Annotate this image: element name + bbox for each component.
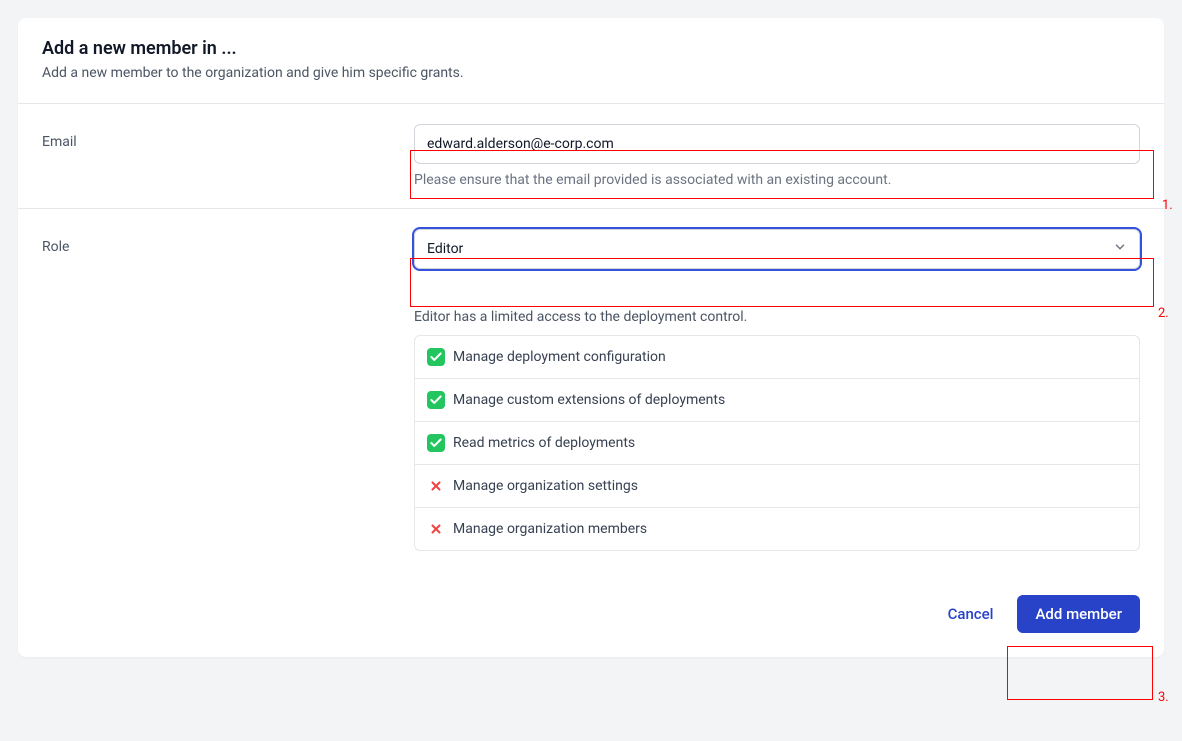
- add-member-button[interactable]: Add member: [1017, 595, 1140, 633]
- email-field[interactable]: [414, 124, 1140, 164]
- check-icon: [427, 391, 445, 409]
- dialog-subtitle: Add a new member to the organization and…: [42, 65, 1140, 81]
- role-section: Role Editor: [18, 208, 1164, 289]
- add-member-dialog: Add a new member in ... Add a new member…: [18, 18, 1164, 657]
- permission-label: Read metrics of deployments: [453, 435, 635, 451]
- permission-label: Manage deployment configuration: [453, 349, 666, 365]
- email-section: Email Please ensure that the email provi…: [18, 103, 1164, 208]
- permissions-list: Manage deployment configuration Manage cu…: [414, 335, 1140, 551]
- cross-icon: [427, 520, 445, 538]
- permission-label: Manage custom extensions of deployments: [453, 392, 725, 408]
- permissions-description: Editor has a limited access to the deplo…: [414, 309, 1140, 325]
- permission-label: Manage organization settings: [453, 478, 638, 494]
- permission-item: Manage organization settings: [415, 464, 1139, 507]
- permission-item: Read metrics of deployments: [415, 421, 1139, 464]
- permission-item: Manage custom extensions of deployments: [415, 378, 1139, 421]
- cross-icon: [427, 477, 445, 495]
- permission-item: Manage organization members: [415, 507, 1139, 550]
- check-icon: [427, 348, 445, 366]
- annotation-label-3: 3.: [1158, 690, 1169, 705]
- email-label: Email: [42, 134, 77, 150]
- role-selected-value: Editor: [427, 241, 463, 257]
- permission-label: Manage organization members: [453, 521, 647, 537]
- chevron-down-icon: [1113, 240, 1127, 258]
- permission-item: Manage deployment configuration: [415, 336, 1139, 378]
- dialog-title: Add a new member in ...: [42, 38, 1140, 59]
- role-select[interactable]: Editor: [414, 229, 1140, 269]
- permissions-section: Editor has a limited access to the deplo…: [18, 289, 1164, 571]
- cancel-button[interactable]: Cancel: [948, 605, 994, 623]
- dialog-footer: Cancel Add member: [18, 571, 1164, 657]
- dialog-header: Add a new member in ... Add a new member…: [18, 18, 1164, 103]
- role-label: Role: [42, 239, 69, 255]
- email-help-text: Please ensure that the email provided is…: [414, 172, 1140, 188]
- check-icon: [427, 434, 445, 452]
